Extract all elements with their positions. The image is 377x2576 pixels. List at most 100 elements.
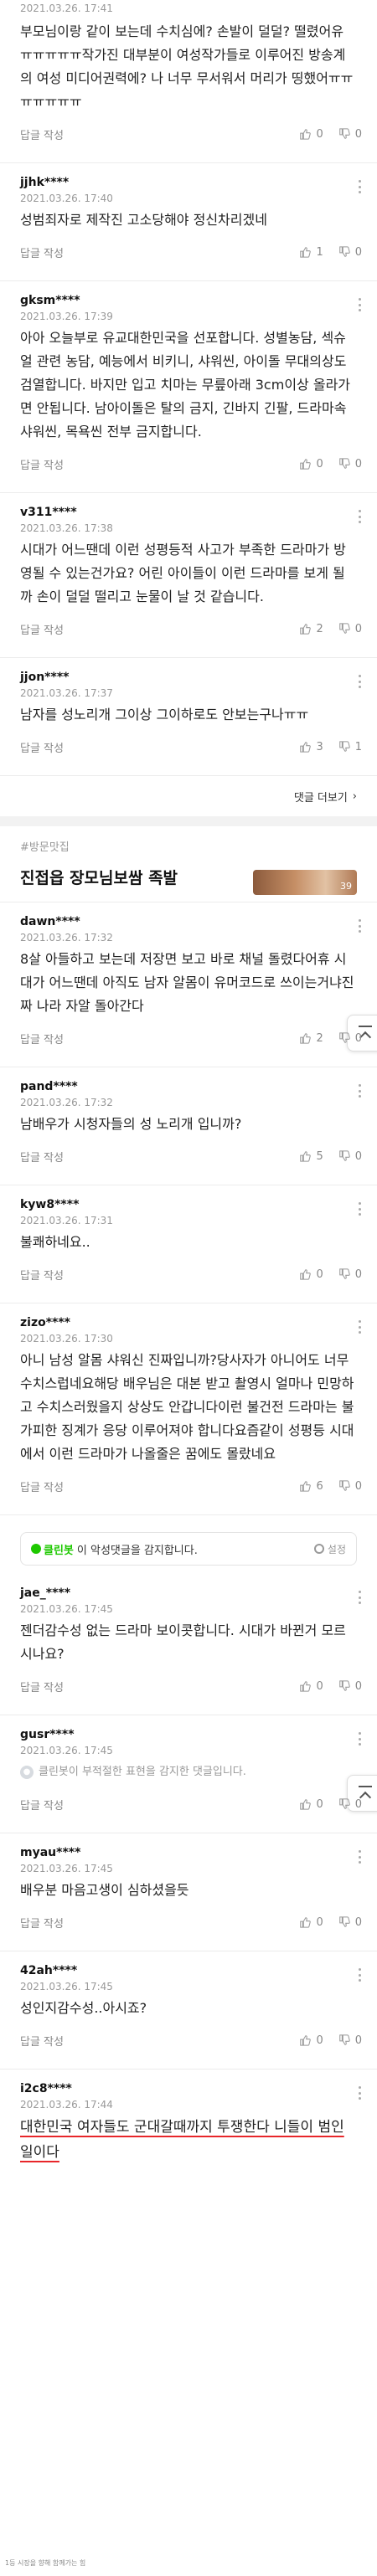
comment-username[interactable]: i2c8**** [20, 2080, 362, 2097]
more-options-icon[interactable] [359, 1320, 362, 1334]
more-options-icon[interactable] [359, 675, 362, 688]
comment-footer: 답글 작성 0 0 [20, 444, 362, 484]
dislike-button[interactable]: 1 [338, 741, 362, 753]
like-button[interactable]: 6 [299, 1480, 323, 1493]
cleanbot-settings-button[interactable]: 설정 [313, 1542, 346, 1556]
thumbs-down-icon [338, 623, 350, 634]
more-options-icon[interactable] [359, 1968, 362, 1982]
comment-username[interactable]: myau**** [20, 1844, 362, 1861]
like-button[interactable]: 5 [299, 1150, 323, 1163]
dislike-button[interactable]: 0 [338, 1680, 362, 1693]
like-button[interactable]: 0 [299, 1680, 323, 1693]
comment-item: 42ah**** 2021.03.26. 17:45 성인지감수성..아시죠? 답글 … [0, 1951, 377, 2070]
thumbs-up-icon [300, 1269, 312, 1280]
comment-username[interactable]: pand**** [20, 1078, 362, 1095]
dislike-button[interactable]: 0 [338, 128, 362, 141]
reply-button[interactable]: 답글 작성 [20, 126, 64, 142]
comment-item-partial: 2021.03.26. 17:41 부모님이랑 같이 보는데 수치심에? 손발이… [0, 0, 377, 163]
thumbs-up-icon [300, 624, 312, 635]
dislike-button[interactable]: 0 [338, 1032, 362, 1045]
like-button[interactable]: 0 [299, 1798, 323, 1811]
reply-button[interactable]: 답글 작성 [20, 621, 64, 637]
comment-date: 2021.03.26. 17:32 [20, 932, 113, 944]
comment-username[interactable]: jae_**** [20, 1585, 362, 1602]
more-options-icon[interactable] [359, 919, 362, 933]
vote-group: 00 [299, 1916, 362, 1929]
comment-text: 남자를 성노리개 그이상 그이하로도 안보는구나ㅠㅠ [20, 707, 309, 722]
dislike-button[interactable]: 0 [338, 623, 362, 635]
hidden-comment-text: 클린봇이 부적절한 표현을 감지한 댓글입니다. [39, 1766, 246, 1778]
thumbs-up-icon [300, 1151, 312, 1162]
dislike-button[interactable]: 0 [338, 1798, 362, 1811]
like-button[interactable]: 0 [299, 458, 323, 470]
thumbs-up-icon [300, 2035, 312, 2046]
vote-group: 0 0 [299, 128, 362, 141]
dislike-count: 0 [354, 1797, 362, 1811]
like-button[interactable]: 0 [299, 1268, 323, 1281]
reply-button[interactable]: 답글 작성 [20, 1149, 64, 1165]
reply-button[interactable]: 답글 작성 [20, 456, 64, 472]
like-count: 3 [316, 740, 323, 753]
reply-button[interactable]: 답글 작성 [20, 1478, 64, 1494]
comment-text-highlighted: 대한민국 여자들도 군대갈때까지 투쟁한다 니들이 범인일이다 [20, 2119, 344, 2161]
dislike-button[interactable]: 0 [338, 1150, 362, 1163]
comment-username[interactable]: v311**** [20, 504, 362, 521]
reply-button[interactable]: 답글 작성 [20, 1031, 64, 1046]
dislike-button[interactable]: 0 [338, 458, 362, 470]
reply-button[interactable]: 답글 작성 [20, 2033, 64, 2049]
comment-header: jjon**** 2021.03.26. 17:37 [20, 666, 362, 703]
comment-date: 2021.03.26. 17:45 [20, 1603, 113, 1615]
sponsored-post[interactable]: #방문맛집 진접읍 장모님보쌈 족발 39 [0, 826, 377, 902]
more-options-icon[interactable] [359, 298, 362, 311]
more-options-icon[interactable] [359, 1202, 362, 1216]
more-options-icon[interactable] [359, 510, 362, 523]
comment-username[interactable]: zizo**** [20, 1314, 362, 1331]
vote-group: 00 [299, 2034, 362, 2047]
more-options-icon[interactable] [359, 2086, 362, 2100]
comment-footer: 답글 작성 0 0 [20, 114, 362, 154]
watermark-text: 1등 시장을 향해 함께가는 힘 [5, 2559, 86, 2567]
comment-date: 2021.03.26. 17:40 [20, 193, 113, 204]
like-count: 0 [316, 457, 323, 470]
reply-button[interactable]: 답글 작성 [20, 244, 64, 260]
comment-username[interactable]: gusr**** [20, 1726, 362, 1743]
reply-button[interactable]: 답글 작성 [20, 1915, 64, 1931]
more-options-icon[interactable] [359, 1732, 362, 1746]
reply-button[interactable]: 답글 작성 [20, 1797, 64, 1812]
comment-username[interactable]: gksm**** [20, 292, 362, 309]
comment-username[interactable]: dawn**** [20, 913, 362, 930]
dislike-button[interactable]: 0 [338, 2034, 362, 2047]
thumbs-up-icon [300, 1033, 312, 1044]
like-button[interactable]: 2 [299, 1032, 323, 1045]
reply-button[interactable]: 답글 작성 [20, 1267, 64, 1283]
more-options-icon[interactable] [359, 1591, 362, 1604]
thumbnail-count: 39 [340, 881, 352, 892]
like-button[interactable]: 3 [299, 741, 323, 753]
cleanbot-badge: 클린봇 [31, 1541, 74, 1557]
more-options-icon[interactable] [359, 1850, 362, 1864]
like-button[interactable]: 1 [299, 246, 323, 259]
more-options-icon[interactable] [359, 1084, 362, 1098]
comment-username[interactable]: kyw8**** [20, 1196, 362, 1213]
dislike-button[interactable]: 0 [338, 1916, 362, 1929]
comment-username[interactable]: jjon**** [20, 669, 362, 686]
more-options-icon[interactable] [359, 180, 362, 193]
like-count: 2 [316, 1031, 323, 1045]
comment-username[interactable]: jjhk**** [20, 174, 362, 191]
more-comments-button[interactable]: 댓글 더보기 › [0, 776, 377, 816]
dislike-count: 0 [354, 1679, 362, 1693]
comment-username[interactable]: 42ah**** [20, 1962, 362, 1979]
like-button[interactable]: 0 [299, 128, 323, 141]
comment-item: v311**** 2021.03.26. 17:38 시대가 어느땐데 이런 성평등… [0, 493, 377, 658]
dislike-button[interactable]: 0 [338, 246, 362, 259]
comment-date: 2021.03.26. 17:38 [20, 522, 113, 534]
like-button[interactable]: 0 [299, 2034, 323, 2047]
dislike-button[interactable]: 0 [338, 1480, 362, 1493]
dislike-button[interactable]: 0 [338, 1268, 362, 1281]
like-button[interactable]: 2 [299, 623, 323, 635]
like-button[interactable]: 0 [299, 1916, 323, 1929]
comment-date: 2021.03.26. 17:32 [20, 1097, 113, 1108]
reply-button[interactable]: 답글 작성 [20, 1679, 64, 1694]
reply-button[interactable]: 답글 작성 [20, 739, 64, 755]
thumbs-down-icon [338, 1480, 350, 1491]
